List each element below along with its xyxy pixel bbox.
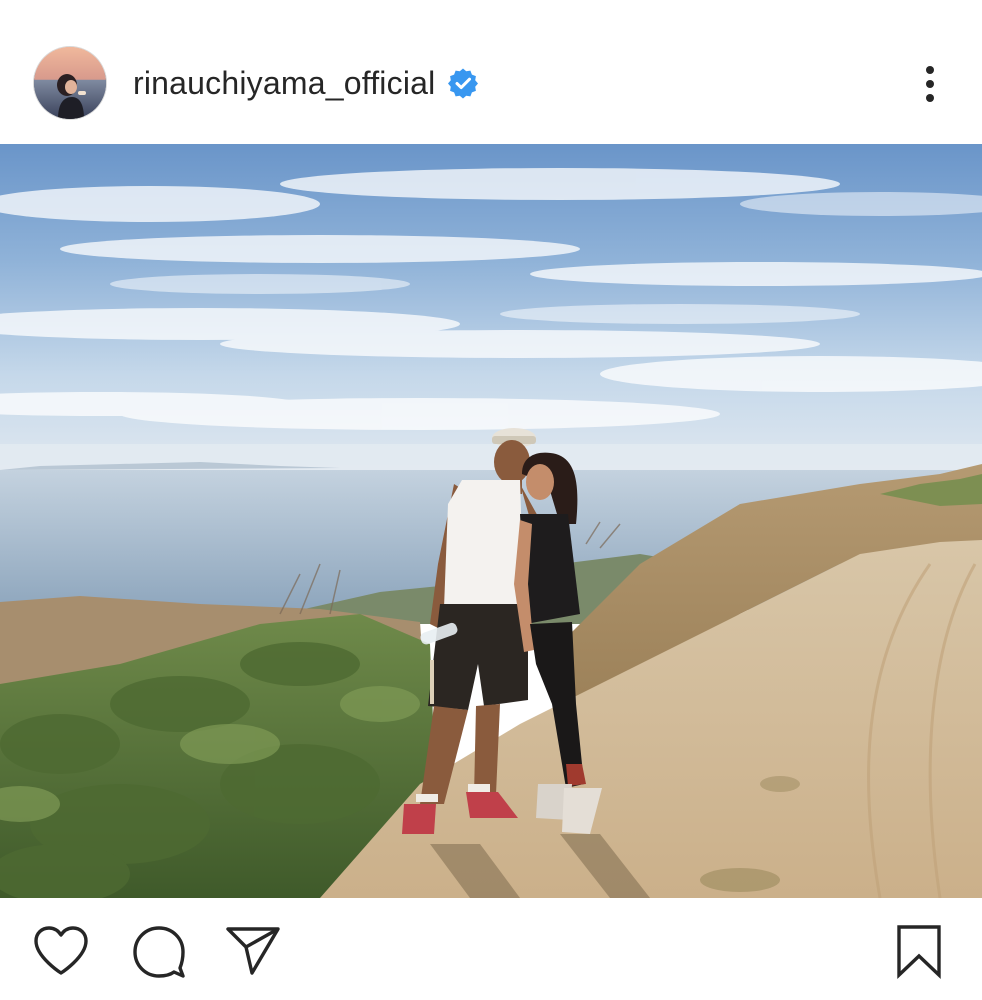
post-header: rinauchiyama_official <box>0 0 982 144</box>
save-button[interactable] <box>890 922 948 980</box>
like-button[interactable] <box>32 922 90 980</box>
avatar-image <box>34 47 106 119</box>
heart-icon <box>34 926 88 975</box>
more-options-icon <box>926 66 934 102</box>
post-actions <box>0 898 982 1000</box>
comment-bubble-icon <box>133 926 185 978</box>
username-row: rinauchiyama_official <box>133 62 479 104</box>
post-photo-image <box>0 144 982 898</box>
more-options-button[interactable] <box>912 58 948 110</box>
profile-avatar[interactable] <box>34 47 106 119</box>
share-button[interactable] <box>224 922 282 980</box>
comment-button[interactable] <box>130 922 188 980</box>
username-link[interactable]: rinauchiyama_official <box>133 65 435 102</box>
verified-badge-icon <box>447 67 479 99</box>
instagram-post: rinauchiyama_official <box>0 0 982 1000</box>
paper-plane-icon <box>226 927 280 975</box>
bookmark-icon <box>897 925 941 979</box>
post-photo[interactable] <box>0 144 982 898</box>
